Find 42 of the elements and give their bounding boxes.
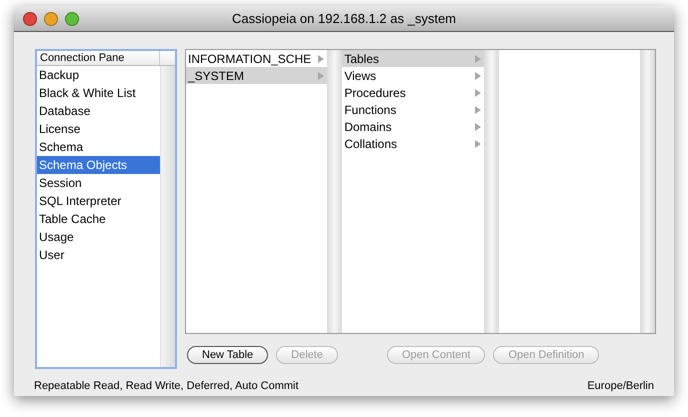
- sidebar-item[interactable]: Session: [37, 174, 160, 192]
- sidebar-item[interactable]: Schema: [37, 138, 160, 156]
- disclosure-arrow-icon: [318, 54, 324, 62]
- browser-item-label: Domains: [344, 118, 392, 136]
- browser-item[interactable]: Functions: [342, 101, 484, 118]
- window-control-button[interactable]: [23, 12, 37, 26]
- disclosure-arrow-icon: [474, 106, 481, 114]
- browser-item-label: _SYSTEM: [188, 68, 244, 84]
- status-text: Repeatable Read, Read Write, Deferred, Auto Commit: [34, 379, 299, 394]
- browser-item[interactable]: _SYSTEM: [186, 67, 328, 84]
- browser-item-label: INFORMATION_SCHE: [188, 50, 312, 68]
- window-control-button[interactable]: [65, 12, 79, 26]
- sidebar-item[interactable]: Table Cache: [37, 210, 160, 228]
- sidebar-item[interactable]: Black & White List: [37, 84, 160, 102]
- sidebar-item[interactable]: Usage: [37, 228, 160, 246]
- sidebar-item[interactable]: Database: [37, 102, 160, 120]
- timezone-text: Europe/Berlin: [587, 379, 654, 394]
- push-button[interactable]: New Table: [187, 346, 268, 364]
- window-control-button[interactable]: [44, 12, 58, 26]
- disclosure-arrow-icon: [474, 122, 481, 130]
- browser-item[interactable]: Domains: [342, 118, 484, 135]
- sidebar-item[interactable]: Schema Objects: [37, 156, 160, 174]
- browser-item[interactable]: Tables: [342, 50, 484, 67]
- browser-item[interactable]: INFORMATION_SCHE: [186, 50, 328, 67]
- disclosure-arrow-icon: [474, 54, 481, 62]
- browser-item[interactable]: Collations: [342, 135, 484, 152]
- sidebar-item[interactable]: SQL Interpreter: [37, 192, 160, 210]
- browser-item-label: Functions: [344, 102, 396, 118]
- browser-item-label: Tables: [344, 50, 380, 68]
- disclosure-arrow-icon: [474, 140, 481, 148]
- browser-item-label: Views: [344, 68, 376, 84]
- sidebar-item[interactable]: License: [37, 120, 160, 138]
- sidebar-item[interactable]: Backup: [37, 66, 160, 84]
- browser-item[interactable]: Views: [342, 67, 484, 84]
- window-title: Cassiopeia on 192.168.1.2 as _system: [232, 10, 456, 28]
- disclosure-arrow-icon: [318, 72, 324, 80]
- sidebar-item[interactable]: User: [37, 246, 160, 264]
- browser-item[interactable]: Procedures: [342, 84, 484, 101]
- disclosure-arrow-icon: [474, 72, 481, 80]
- browser-item-label: Procedures: [344, 84, 406, 102]
- browser-item-label: Collations: [344, 136, 398, 152]
- disclosure-arrow-icon: [474, 88, 481, 96]
